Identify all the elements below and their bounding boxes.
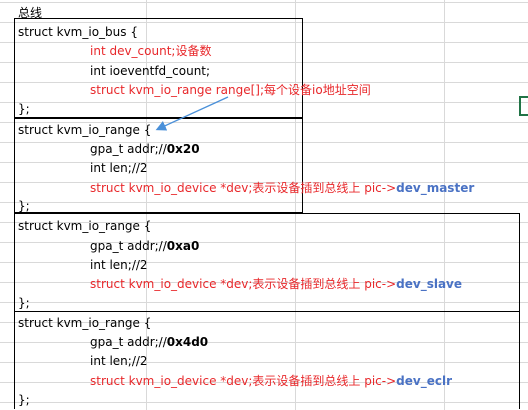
spreadsheet-grid[interactable]: 总线 struct kvm_io_bus { int dev_count;设备数… bbox=[0, 0, 528, 410]
arrow-line bbox=[155, 96, 229, 131]
arrow-connector bbox=[155, 96, 229, 131]
